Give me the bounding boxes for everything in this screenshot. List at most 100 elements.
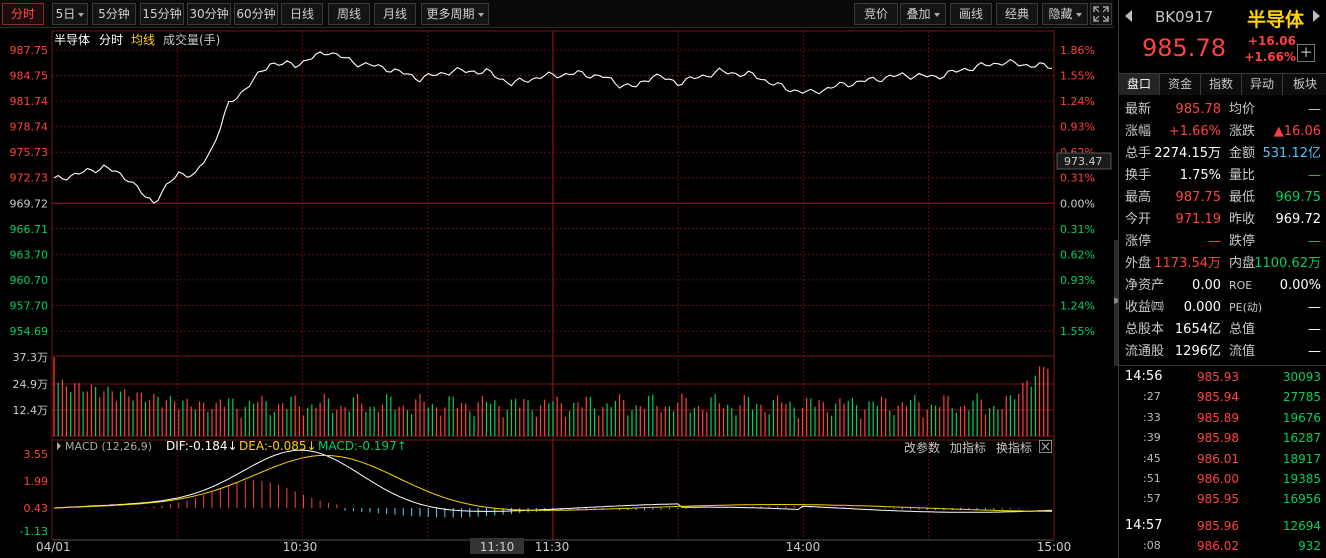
- quote-header: BK0917 半导体 985.78 +16.06 +1.66% +: [1119, 0, 1326, 72]
- quote-value: 971.19: [1175, 212, 1222, 227]
- tick-row: :51 986.00 19385: [1119, 469, 1326, 489]
- quote-value: —: [1308, 344, 1321, 359]
- switch-indicator-button[interactable]: 换指标: [996, 439, 1032, 456]
- tick-price: 985.89: [1197, 410, 1239, 425]
- macd-dea-value: DEA:-0.085↓: [239, 439, 317, 453]
- quote-label: 最新: [1125, 102, 1152, 117]
- overlay-label: 叠加: [906, 7, 931, 21]
- tick-volume: 12694: [1282, 518, 1321, 533]
- price-axis-label: 966.71: [10, 223, 49, 236]
- prev-security-icon[interactable]: [1125, 10, 1132, 22]
- quote-label: 涨幅: [1125, 124, 1152, 139]
- fullscreen-icon[interactable]: [1090, 3, 1112, 25]
- add-watchlist-icon[interactable]: +: [1297, 44, 1315, 62]
- tick-time: :27: [1143, 390, 1161, 404]
- quote-value: +1.66%: [1168, 124, 1221, 139]
- quote-label: 均价: [1229, 102, 1256, 117]
- tab-movements[interactable]: 异动: [1242, 74, 1283, 95]
- quote-label: 净资产: [1125, 278, 1165, 293]
- intraday-chart[interactable]: 987.75 984.75 981.74 978.74 975.73 972.73 969.…: [0, 28, 1114, 558]
- period-tab-5day[interactable]: 5日: [52, 3, 88, 25]
- macd-caret-icon: [57, 442, 61, 450]
- macd-dif-text: DIF:-0.184: [166, 439, 228, 453]
- change-params-button[interactable]: 改参数: [904, 439, 940, 456]
- quote-label: 跌停: [1229, 234, 1256, 249]
- percent-axis-label: 1.55%: [1060, 70, 1095, 83]
- quote-label: 内盘: [1229, 256, 1256, 271]
- tick-price: 985.95: [1197, 492, 1239, 507]
- quote-label: 外盘: [1125, 256, 1152, 271]
- period-tab-monthly[interactable]: 月线: [374, 3, 416, 25]
- macd-indicator-name[interactable]: MACD (12,26,9): [57, 440, 152, 453]
- quote-value: —: [1308, 234, 1321, 249]
- tab-sector[interactable]: 板块: [1283, 74, 1326, 95]
- tick-row: :57 985.95 16956: [1119, 489, 1326, 509]
- quote-label: 流通股: [1125, 344, 1165, 359]
- quote-row: 流通股 1296亿 流值 —: [1119, 341, 1326, 363]
- overlay-dropdown[interactable]: 叠加: [900, 3, 946, 25]
- draw-line-button[interactable]: 画线: [950, 3, 992, 25]
- down-arrow-icon: ↓: [227, 439, 238, 453]
- more-periods-dropdown[interactable]: 更多周期: [421, 3, 489, 25]
- price-change-block: +16.06 +1.66%: [1236, 33, 1296, 65]
- price-axis-label: 957.70: [10, 299, 49, 312]
- price-axis-label: 969.72: [10, 197, 49, 210]
- price-axis-label: 987.75: [10, 44, 49, 57]
- tick-time: :45: [1143, 451, 1161, 465]
- percent-axis-label: 0.00%: [1060, 197, 1095, 210]
- period-tab-60min[interactable]: 60分钟: [234, 3, 278, 25]
- percent-axis-label: 1.55%: [1060, 325, 1095, 338]
- period-tab-15min[interactable]: 15分钟: [140, 3, 184, 25]
- period-tab-intraday[interactable]: 分时: [2, 3, 44, 25]
- legend-intraday: 分时: [99, 33, 124, 47]
- down-arrow-icon: ↓: [306, 439, 317, 453]
- quote-value: —: [1208, 234, 1221, 249]
- tick-row: :08 986.02 932: [1119, 536, 1326, 556]
- percent-axis-label: 1.86%: [1060, 44, 1095, 57]
- quote-label: 今开: [1125, 212, 1152, 227]
- quote-label: 金额: [1229, 146, 1256, 161]
- time-axis-label: 11:30: [535, 540, 570, 554]
- close-icon[interactable]: [1039, 440, 1052, 453]
- period-tab-daily[interactable]: 日线: [281, 3, 323, 25]
- period-tab-5min[interactable]: 5分钟: [92, 3, 136, 25]
- next-security-icon[interactable]: [1313, 10, 1320, 22]
- auction-button[interactable]: 竞价: [854, 3, 898, 25]
- period-tab-weekly[interactable]: 周线: [328, 3, 370, 25]
- quote-value: ▲16.06: [1273, 124, 1321, 139]
- tick-price: 985.98: [1197, 431, 1239, 446]
- tab-funds[interactable]: 资金: [1160, 74, 1201, 95]
- quote-value: 1654亿: [1174, 322, 1221, 337]
- tab-order-book[interactable]: 盘口: [1119, 74, 1160, 95]
- volume-axis-label: 37.3万: [13, 351, 49, 364]
- divider: [1119, 365, 1326, 366]
- time-axis-label: 14:00: [786, 540, 821, 554]
- period-tab-30min[interactable]: 30分钟: [187, 3, 231, 25]
- volume-axis-label: 12.4万: [13, 404, 49, 417]
- legend-volume: 成交量(手): [163, 33, 221, 47]
- legend-average-line: 均线: [131, 33, 156, 47]
- tick-price: 985.96: [1197, 518, 1239, 533]
- quote-row: 净资产 0.00 ROE 0.00%: [1119, 275, 1326, 297]
- time-axis-label: 11:10: [480, 540, 515, 554]
- up-arrow-icon: ↑: [396, 439, 407, 453]
- quote-row: 涨幅 +1.66% 涨跌 ▲16.06: [1119, 121, 1326, 143]
- security-name: 半导体: [1247, 9, 1305, 31]
- percent-axis-label: 0.31%: [1060, 172, 1095, 185]
- hide-dropdown[interactable]: 隐藏: [1042, 3, 1088, 25]
- tick-row: :39 985.98 16287: [1119, 428, 1326, 448]
- macd-title: MACD (12,26,9): [65, 440, 153, 453]
- quote-value: 0.000: [1183, 300, 1221, 315]
- price-axis-label: 963.70: [10, 248, 49, 261]
- tab-index[interactable]: 指数: [1201, 74, 1242, 95]
- quote-row: 总股本 1654亿 总值 —: [1119, 319, 1326, 341]
- quote-label: 最高: [1125, 190, 1152, 205]
- tick-price: 986.01: [1197, 451, 1239, 466]
- time-axis-label: 04/01: [36, 540, 71, 554]
- quote-label: 流值: [1229, 344, 1256, 359]
- period-5day-label: 5日: [55, 7, 76, 21]
- add-indicator-button[interactable]: 加指标: [950, 439, 986, 456]
- quote-value: 531.12亿: [1262, 146, 1322, 161]
- classic-button[interactable]: 经典: [996, 3, 1038, 25]
- price-axis-label: 978.74: [10, 121, 49, 134]
